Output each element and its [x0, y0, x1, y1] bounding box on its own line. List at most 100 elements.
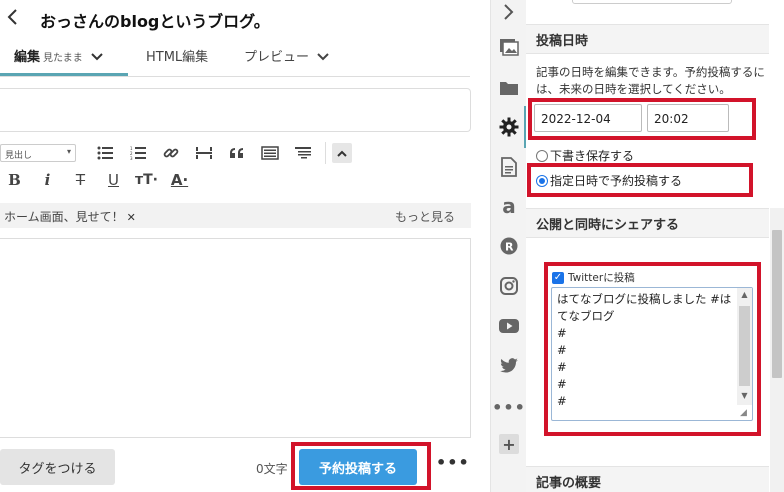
tab-edit-label: 編集 [14, 50, 41, 65]
radio-button[interactable] [536, 149, 548, 162]
sidebar-item-rakuten[interactable]: R [491, 234, 527, 258]
sidebar-item-images[interactable] [491, 35, 527, 59]
scroll-up-arrow-icon[interactable]: ▲ [738, 290, 751, 299]
radio-save-draft[interactable]: 下書き保存する [536, 147, 634, 164]
icon-sidebar: a R ••• + [490, 0, 527, 492]
time-input[interactable]: 20:02 [647, 104, 729, 132]
add-tag-button[interactable]: タグをつける [0, 449, 115, 485]
more-icon: ••• [492, 397, 526, 417]
sidebar-item-settings[interactable] [491, 115, 527, 139]
date-input[interactable]: 2022-12-04 [534, 104, 642, 132]
toolbar-separator [325, 142, 326, 164]
quote-icon [229, 148, 243, 158]
summary-section-heading: 記事の概要 [526, 466, 769, 492]
show-more-link[interactable]: もっと見る [395, 208, 455, 225]
editor-pane: おっさんのblogというブログ。 編集 見たまま HTML編集 プレビュー 見出し… [0, 0, 490, 492]
tag-chip[interactable]: ホーム画面、見せて！ ✕ [4, 208, 136, 225]
scroll-down-arrow-icon[interactable]: ▼ [738, 391, 751, 400]
toolbar-row-2: B i T U тT· A· [0, 168, 196, 192]
heading-select-value: 見出し [5, 151, 33, 161]
svg-text:R: R [505, 241, 514, 254]
sidebar-item-amazon[interactable]: a [491, 194, 527, 218]
twitter-checkbox-label: Twitterに投稿 [568, 272, 635, 284]
numbered-list-button[interactable]: 123 [121, 142, 154, 164]
more-tools-button[interactable] [286, 142, 319, 164]
table-icon [260, 146, 279, 160]
add-sidebar-item-button[interactable]: + [499, 434, 519, 454]
tab-divider [0, 76, 470, 77]
amazon-icon: a [502, 194, 516, 218]
font-size-button[interactable]: тT· [130, 169, 163, 191]
close-icon[interactable]: ✕ [127, 211, 136, 224]
underline-button[interactable]: U [97, 169, 130, 191]
schedule-post-button[interactable]: 予約投稿する [299, 449, 417, 485]
table-of-contents-icon [294, 147, 311, 159]
plus-icon: + [502, 434, 516, 454]
heading-select[interactable]: 見出し ▾ [0, 144, 76, 162]
radio-save-draft-label: 下書き保存する [550, 149, 635, 163]
textarea-scrollbar-thumb[interactable] [739, 306, 750, 386]
strikethrough-icon: T [75, 171, 86, 189]
italic-icon: i [44, 171, 51, 189]
char-count: 0文字 [256, 462, 288, 476]
tab-edit[interactable]: 編集 見たまま [14, 46, 103, 65]
youtube-icon [499, 319, 519, 333]
collapse-panel-button[interactable] [491, 0, 527, 24]
twitter-share-option[interactable]: ✓ Twitterに投稿 [552, 270, 635, 285]
tweet-text: はてなブログに投稿しました #はてなブログ # # # # # [557, 292, 732, 408]
strikethrough-button[interactable]: T [64, 169, 97, 191]
collapse-toolbar-button[interactable] [332, 143, 352, 163]
font-size-icon: тT· [135, 172, 158, 188]
chevron-down-icon [91, 53, 103, 61]
post-date-description: 記事の日時を編集できます。予約投稿するには、未来の日時を選択してください。 [536, 65, 765, 96]
tab-preview[interactable]: プレビュー [244, 46, 329, 65]
tab-html[interactable]: HTML編集 [146, 46, 208, 65]
link-icon [163, 148, 178, 158]
text-color-icon: A· [170, 171, 189, 189]
twitter-checkbox[interactable]: ✓ [552, 271, 564, 284]
link-button[interactable] [154, 142, 187, 164]
sidebar-item-twitter[interactable] [491, 354, 527, 378]
caret-down-icon: ▾ [66, 147, 71, 156]
bold-button[interactable]: B [0, 169, 31, 191]
bullet-list-icon [97, 146, 113, 160]
image-icon [500, 39, 519, 56]
resize-grip-icon[interactable]: ◢ [740, 408, 747, 418]
table-button[interactable] [253, 142, 286, 164]
horizontal-rule-button[interactable] [187, 142, 220, 164]
article-body-editor[interactable] [0, 238, 471, 438]
more-menu-button[interactable]: ••• [436, 453, 470, 472]
post-date-section-heading: 投稿日時 [526, 24, 769, 54]
top-control-stub[interactable] [572, 0, 732, 4]
quote-button[interactable] [220, 142, 253, 164]
italic-button[interactable]: i [31, 169, 64, 191]
tag-chip-label: ホーム画面、見せて！ [4, 210, 124, 224]
edit-mode-label: 見たまま [43, 53, 83, 64]
settings-panel: 投稿日時 記事の日時を編集できます。予約投稿するには、未来の日時を選択してくださ… [526, 0, 784, 492]
tab-preview-label: プレビュー [244, 50, 310, 65]
svg-text:3: 3 [130, 156, 133, 160]
bullet-list-button[interactable] [88, 142, 121, 164]
rakuten-icon: R [500, 237, 518, 255]
radio-schedule-post[interactable]: 指定日時で予約投稿する [536, 172, 682, 189]
text-color-button[interactable]: A· [163, 169, 196, 191]
sidebar-item-draft[interactable] [491, 155, 527, 179]
share-section-heading: 公開と同時にシェアする [526, 208, 769, 238]
underline-icon: U [108, 171, 119, 189]
blog-title: おっさんのblogというブログ。 [40, 12, 270, 31]
sidebar-item-youtube[interactable] [491, 314, 527, 338]
article-title-input[interactable] [0, 88, 471, 132]
horizontal-rule-icon [195, 147, 212, 159]
back-button[interactable] [6, 8, 26, 28]
twitter-icon [500, 358, 518, 373]
chevron-down-icon [317, 53, 329, 61]
sidebar-item-category[interactable] [491, 76, 527, 100]
chevron-left-icon [7, 9, 17, 25]
radio-button-selected[interactable] [536, 174, 548, 187]
panel-scrollbar-thumb[interactable] [772, 230, 782, 378]
chevron-right-icon [504, 4, 514, 20]
sidebar-item-instagram[interactable] [491, 274, 527, 298]
document-icon [501, 157, 517, 177]
numbered-list-icon: 123 [130, 146, 146, 160]
sidebar-item-more[interactable]: ••• [491, 395, 527, 419]
